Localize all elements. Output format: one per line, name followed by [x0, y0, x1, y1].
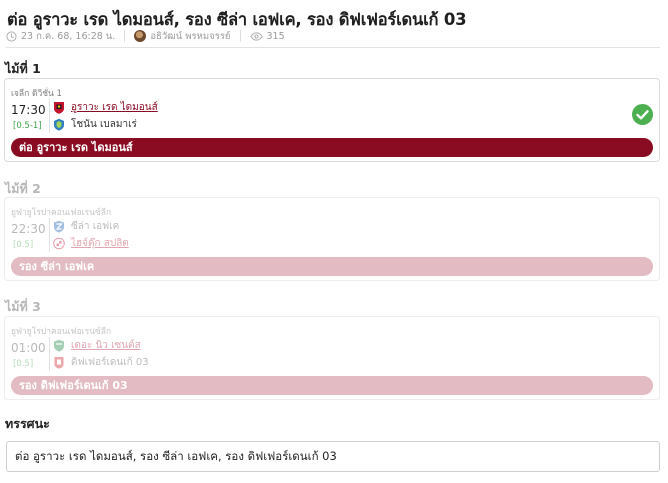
- pick-banner: รอง ซีล่า เอฟเค: [11, 257, 653, 276]
- home-team-name[interactable]: เดอะ นิว เซนต์ส: [71, 338, 141, 353]
- divider: [49, 337, 50, 371]
- differdange-crest-icon: [54, 356, 64, 369]
- pick-banner: ต่อ อูราวะ เรด ไดมอนส์: [11, 138, 653, 157]
- tip-card-2[interactable]: ยูฟ่ายูโรปาคอนเฟอเรนซ์ลีก 22:30 [0.5] ซี…: [4, 197, 660, 281]
- header-divider: [6, 47, 660, 48]
- divider: [49, 218, 50, 252]
- pick-banner: รอง ดิฟเฟอร์เดนเก้ 03: [11, 376, 653, 395]
- meta-divider: [239, 30, 241, 42]
- result-won-icon: [632, 104, 653, 125]
- home-team[interactable]: ซีล่า เอฟเค: [53, 219, 119, 233]
- author-item[interactable]: อธิวัฒน์ พรหมจรรย์: [134, 29, 231, 44]
- away-team-name[interactable]: ดิฟเฟอร์เดนเก้ 03: [71, 355, 149, 370]
- kickoff-time: 17:30: [11, 103, 46, 117]
- summary-box: ต่อ อูราวะ เรด ไดมอนส์, รอง ซีล่า เอฟเค,…: [6, 441, 660, 472]
- eye-icon: [249, 31, 263, 41]
- post-meta: 23 ก.ค. 68, 16:28 น. อธิวัฒน์ พรหมจรรย์ …: [6, 29, 285, 43]
- league-name: ยูฟ่ายูโรปาคอนเฟอเรนซ์ลีก: [11, 327, 112, 337]
- shonan-crest-icon: [54, 118, 64, 131]
- handicap: [0.5-1]: [13, 121, 42, 131]
- tip-card-3[interactable]: ยูฟ่ายูโรปาคอนเฟอเรนซ์ลีก 01:00 [0.5] เด…: [4, 316, 660, 400]
- divider: [49, 99, 50, 133]
- away-team[interactable]: โชนัน เบลมาเร่: [53, 117, 137, 131]
- home-team[interactable]: เดอะ นิว เซนต์ส: [53, 338, 141, 352]
- away-team[interactable]: ไฮจ์ดุ๊ก สปลิต: [53, 236, 129, 250]
- urawa-crest-icon: [54, 101, 64, 114]
- post-date: 23 ก.ค. 68, 16:28 น.: [21, 30, 116, 42]
- league-name: เจลีก ดิวิชั่น 1: [11, 89, 62, 99]
- away-team-name[interactable]: โชนัน เบลมาเร่: [71, 117, 137, 132]
- tip-card-1[interactable]: เจลีก ดิวิชั่น 1 17:30 [0.5-1] อูราวะ เร…: [4, 78, 660, 162]
- tns-crest-icon: [54, 339, 64, 352]
- date-item: 23 ก.ค. 68, 16:28 น.: [6, 29, 115, 44]
- author-name[interactable]: อธิวัฒน์ พรหมจรรย์: [150, 29, 230, 44]
- handicap: [0.5]: [13, 240, 34, 250]
- zilina-crest-icon: [54, 220, 64, 233]
- tip-3-label: ไม้ที่ 3: [5, 299, 41, 314]
- handicap: [0.5]: [13, 359, 34, 369]
- away-team-name[interactable]: ไฮจ์ดุ๊ก สปลิต: [71, 236, 129, 251]
- tip-2-label: ไม้ที่ 2: [5, 181, 41, 196]
- meta-divider: [124, 30, 126, 42]
- home-team[interactable]: อูราวะ เรด ไดมอนส์: [53, 100, 158, 114]
- kickoff-time: 01:00: [11, 341, 46, 355]
- home-team-name[interactable]: ซีล่า เอฟเค: [71, 219, 119, 234]
- view-count: 315: [266, 30, 285, 42]
- summary-label: ทรรศนะ: [5, 416, 50, 431]
- kickoff-time: 22:30: [11, 222, 46, 236]
- home-team-name[interactable]: อูราวะ เรด ไดมอนส์: [71, 100, 158, 115]
- league-name: ยูฟ่ายูโรปาคอนเฟอเรนซ์ลีก: [11, 208, 112, 218]
- avatar: [134, 30, 147, 42]
- hajduk-crest-icon: [53, 237, 65, 249]
- views-item: 315: [249, 30, 285, 42]
- clock-icon: [6, 30, 17, 42]
- away-team[interactable]: ดิฟเฟอร์เดนเก้ 03: [53, 355, 149, 369]
- tip-1-label: ไม้ที่ 1: [5, 61, 41, 76]
